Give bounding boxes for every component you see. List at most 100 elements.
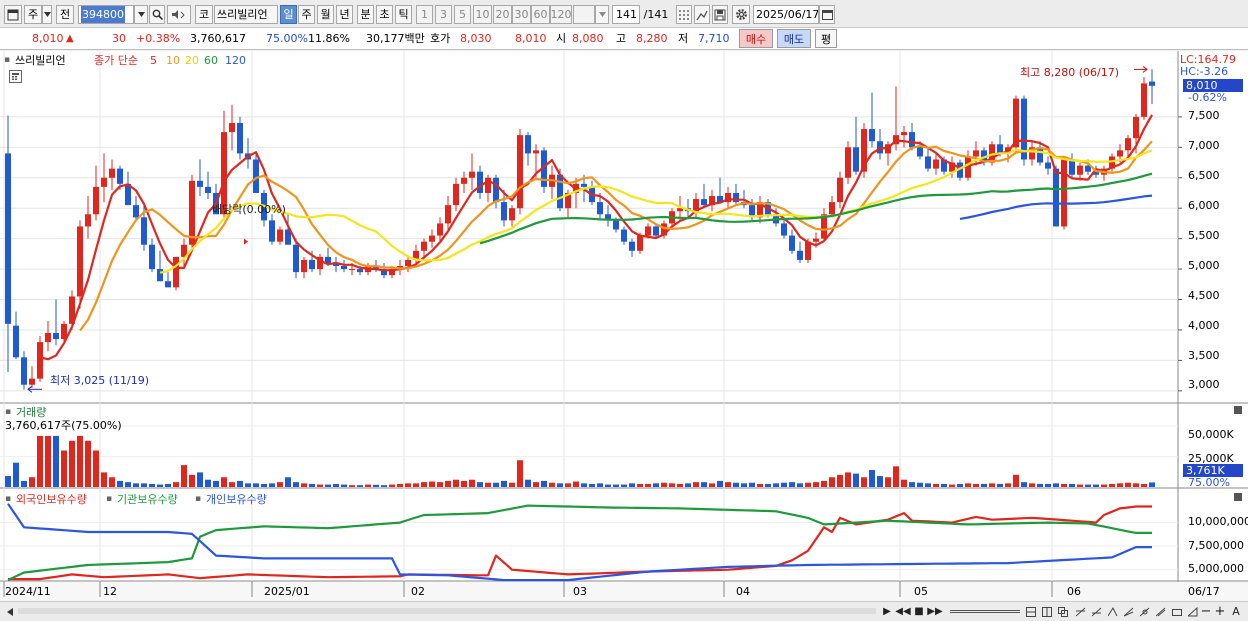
count-input[interactable]: 141	[612, 5, 640, 24]
tab-year[interactable]: 년	[336, 5, 353, 24]
candle-body	[117, 168, 123, 184]
chart-scrollbar[interactable]	[18, 608, 876, 614]
draw-tool-icon-7[interactable]	[1170, 604, 1184, 619]
volume-bar	[61, 450, 67, 487]
candle-body	[29, 378, 35, 385]
draw-tool-icon-3[interactable]	[1106, 604, 1120, 619]
tab-tick[interactable]: 틱	[395, 5, 412, 24]
draw-tool-icon-6[interactable]	[1154, 604, 1168, 619]
volume-bar	[365, 484, 371, 487]
text-tool-icon[interactable]: A	[1229, 604, 1243, 619]
mode-dropdown-icon[interactable]	[42, 5, 52, 24]
interval-custom-field[interactable]	[573, 5, 595, 24]
volume-bar	[717, 480, 723, 487]
candle-body	[421, 241, 427, 251]
draw-tool-icon-5[interactable]	[1138, 604, 1152, 619]
mode2-button[interactable]: 전	[56, 5, 74, 24]
pane-close-icon[interactable]	[1234, 493, 1242, 501]
calculator-icon[interactable]	[9, 70, 22, 83]
stock-chart[interactable]	[0, 51, 1248, 601]
save-icon[interactable]	[712, 5, 728, 24]
draw-tool-icon-8[interactable]	[1186, 604, 1200, 619]
zoom-slider[interactable]	[950, 610, 1020, 613]
rewind-button[interactable]: ◀◀	[895, 604, 911, 619]
volume-bar	[661, 482, 667, 487]
search-icon[interactable]	[149, 5, 165, 24]
up-triangle-icon: ▲	[66, 33, 74, 44]
gear-icon[interactable]	[732, 5, 750, 24]
volume-y-tick: 50,000K	[1188, 428, 1234, 441]
zoom-in-icon[interactable]: +	[1214, 604, 1226, 619]
draw-tool-icon-2[interactable]	[1090, 604, 1104, 619]
interval-20[interactable]: 20	[493, 5, 512, 24]
interval-1[interactable]: 1	[416, 5, 433, 24]
volume-bar	[1085, 484, 1091, 487]
draw-tool-icon-4[interactable]	[1122, 604, 1136, 619]
mode-select[interactable]: 주	[24, 5, 42, 24]
draw-tool-icon-1[interactable]	[1074, 604, 1088, 619]
code-dropdown-icon[interactable]	[134, 5, 148, 24]
layout-icon-2[interactable]	[1040, 604, 1054, 619]
tab-week[interactable]: 주	[298, 5, 315, 24]
candle-body	[1141, 83, 1147, 117]
candle-body	[21, 357, 27, 385]
candle-body	[613, 220, 619, 230]
stock-code-input[interactable]: 394800	[78, 5, 134, 24]
grid-icon[interactable]	[676, 5, 692, 24]
pane-close-icon[interactable]	[1234, 406, 1242, 414]
candle-body	[45, 332, 51, 343]
candle-body	[37, 342, 43, 379]
fast-forward-button[interactable]: ▶▶	[927, 604, 943, 619]
tab-minute[interactable]: 분	[357, 5, 374, 24]
candle-body	[437, 223, 443, 236]
sell-button[interactable]: 매도	[777, 29, 811, 48]
tab-day[interactable]: 일	[280, 5, 297, 24]
interval-3[interactable]: 3	[435, 5, 452, 24]
tab-month[interactable]: 월	[317, 5, 334, 24]
chart-type-icon[interactable]	[694, 5, 710, 24]
zoom-out-icon[interactable]: −	[1200, 604, 1212, 619]
chart-area[interactable]: ▪ 쓰리빌리언 종가 단순 5 10 20 60 120 LC:164.79 H…	[0, 51, 1248, 601]
candle-body	[429, 235, 435, 242]
x-tick: 06	[1067, 585, 1081, 598]
volume-bar	[45, 435, 51, 487]
candle-body	[1117, 150, 1123, 157]
open-value: 8,080	[572, 32, 604, 45]
interval-120[interactable]: 120	[550, 5, 572, 24]
interval-5[interactable]: 5	[454, 5, 471, 24]
interval-60[interactable]: 60	[531, 5, 550, 24]
volume-bar	[421, 482, 427, 487]
buy-button[interactable]: 매수	[739, 29, 773, 48]
candle-body	[221, 132, 227, 215]
volume-bar	[629, 483, 635, 487]
volume-bar	[981, 483, 987, 487]
candle-body	[813, 238, 819, 242]
interval-10[interactable]: 10	[473, 5, 492, 24]
stock-name-field[interactable]: 쓰리빌리언	[214, 5, 278, 24]
bottom-bar: ▶ ◀◀ ■ ▶▶ − + A	[0, 601, 1248, 621]
date-input[interactable]: 2025/06/17	[753, 5, 819, 24]
calendar-icon[interactable]	[819, 5, 835, 24]
volume-bar	[389, 484, 395, 487]
layout-icon-3[interactable]	[1056, 604, 1070, 619]
play-button[interactable]: ▶	[880, 604, 894, 619]
candle-body	[973, 150, 979, 157]
interval-30[interactable]: 30	[512, 5, 531, 24]
stop-button[interactable]: ■	[912, 604, 926, 619]
sound-icon[interactable]	[167, 5, 191, 24]
volume-bar	[1101, 484, 1107, 487]
layout-icon-1[interactable]	[1024, 604, 1038, 619]
window-menu-icon[interactable]	[4, 5, 22, 24]
candle-body	[197, 180, 203, 187]
eval-button[interactable]: 평	[815, 29, 837, 48]
volume-bar	[885, 477, 891, 487]
volume-bar	[541, 480, 547, 487]
candle-body	[501, 202, 507, 221]
volume-bar	[789, 482, 795, 487]
volume-bar	[229, 482, 235, 487]
scroll-left-icon[interactable]	[4, 604, 16, 619]
volume-bar	[101, 472, 107, 487]
x-tick: 06/17	[1188, 585, 1220, 598]
tab-second[interactable]: 초	[376, 5, 393, 24]
interval-dropdown-icon[interactable]	[595, 5, 609, 24]
